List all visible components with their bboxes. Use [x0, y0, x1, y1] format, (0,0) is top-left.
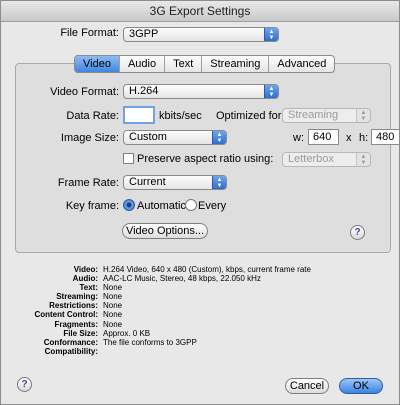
data-rate-unit: kbits/sec: [159, 110, 202, 122]
preserve-aspect-value: Letterbox: [288, 153, 334, 165]
popup-arrows-icon: ▲ ▼: [264, 85, 278, 98]
key-frame-every-radio[interactable]: [185, 199, 197, 211]
tab-streaming[interactable]: Streaming: [202, 56, 270, 72]
key-frame-automatic-label: Automatic: [137, 200, 186, 212]
optimized-for-popup[interactable]: Streaming ▲ ▼: [282, 108, 371, 123]
image-size-label: Image Size:: [60, 132, 119, 144]
frame-rate-value: Current: [129, 176, 166, 188]
window-title: 3G Export Settings: [1, 1, 399, 22]
video-format-value: H.264: [129, 85, 159, 97]
tab-advanced[interactable]: Advanced: [269, 56, 334, 72]
summary-row: Audio: AAC-LC Music, Stereo, 48 kbps, 22.…: [72, 274, 261, 284]
settings-summary: Video: H.264 Video, 640 x 480 (Custom), k…: [11, 265, 400, 356]
tab-bar: Video Audio Text Streaming Advanced: [74, 55, 336, 73]
video-options-button[interactable]: Video Options...: [122, 223, 208, 239]
video-help-button[interactable]: ?: [350, 225, 365, 240]
image-size-value: Custom: [129, 131, 167, 143]
popup-arrows-icon: ▲ ▼: [212, 131, 226, 144]
times-label: x: [346, 132, 352, 144]
tab-video[interactable]: Video: [75, 56, 120, 72]
dialog-help-button[interactable]: ?: [17, 377, 32, 392]
frame-rate-label: Frame Rate:: [57, 177, 119, 189]
width-label: w:: [293, 132, 304, 144]
help-icon: ?: [354, 227, 361, 238]
width-input[interactable]: 640: [308, 129, 339, 145]
data-rate-label: Data Rate:: [66, 110, 119, 122]
file-format-value: 3GPP: [129, 28, 159, 40]
summary-row: Restrictions: None: [49, 301, 123, 311]
ok-button[interactable]: OK: [339, 378, 383, 394]
summary-row: File Size: Approx. 0 KB: [63, 328, 151, 338]
key-frame-every-label: Every: [198, 200, 227, 212]
file-format-popup[interactable]: 3GPP ▲ ▼: [123, 27, 279, 42]
cancel-button[interactable]: Cancel: [285, 378, 329, 394]
summary-row: Video: H.264 Video, 640 x 480 (Custom), k…: [73, 265, 311, 274]
key-frame-label: Key frame:: [65, 200, 119, 212]
popup-arrows-icon: ▲ ▼: [356, 153, 370, 166]
preserve-aspect-checkbox[interactable]: [123, 153, 134, 164]
summary-row: Streaming: None: [56, 292, 123, 302]
video-format-label: Video Format:: [50, 86, 119, 98]
height-label: h:: [359, 132, 369, 144]
tab-audio[interactable]: Audio: [120, 56, 166, 72]
summary-row: Compatibility:: [44, 346, 98, 356]
image-size-popup[interactable]: Custom ▲ ▼: [123, 130, 227, 145]
preserve-aspect-popup[interactable]: Letterbox ▲ ▼: [282, 152, 371, 167]
data-rate-input[interactable]: [123, 106, 155, 124]
popup-arrows-icon: ▲ ▼: [356, 109, 370, 122]
preserve-aspect-label: Preserve aspect ratio using:: [137, 153, 274, 165]
summary-row: Conformance: The file conforms to 3GPP: [43, 337, 197, 347]
export-settings-window: 3G Export Settings File Format: 3GPP ▲ ▼ …: [0, 0, 400, 405]
key-frame-automatic-radio[interactable]: [123, 199, 135, 211]
optimized-for-label: Optimized for:: [216, 110, 285, 122]
frame-rate-popup[interactable]: Current ▲ ▼: [123, 175, 227, 190]
optimized-for-value: Streaming: [288, 109, 339, 121]
help-icon: ?: [21, 379, 28, 390]
summary-row: Content Control: None: [34, 310, 123, 320]
summary-row: Fragments: None: [54, 319, 123, 329]
summary-row: Text: None: [79, 283, 123, 293]
video-format-popup[interactable]: H.264 ▲ ▼: [123, 84, 279, 99]
popup-arrows-icon: ▲ ▼: [212, 176, 226, 189]
popup-arrows-icon: ▲ ▼: [264, 28, 278, 41]
file-format-label: File Format:: [60, 27, 119, 39]
tab-text[interactable]: Text: [165, 56, 203, 72]
height-input[interactable]: 480: [371, 129, 400, 145]
